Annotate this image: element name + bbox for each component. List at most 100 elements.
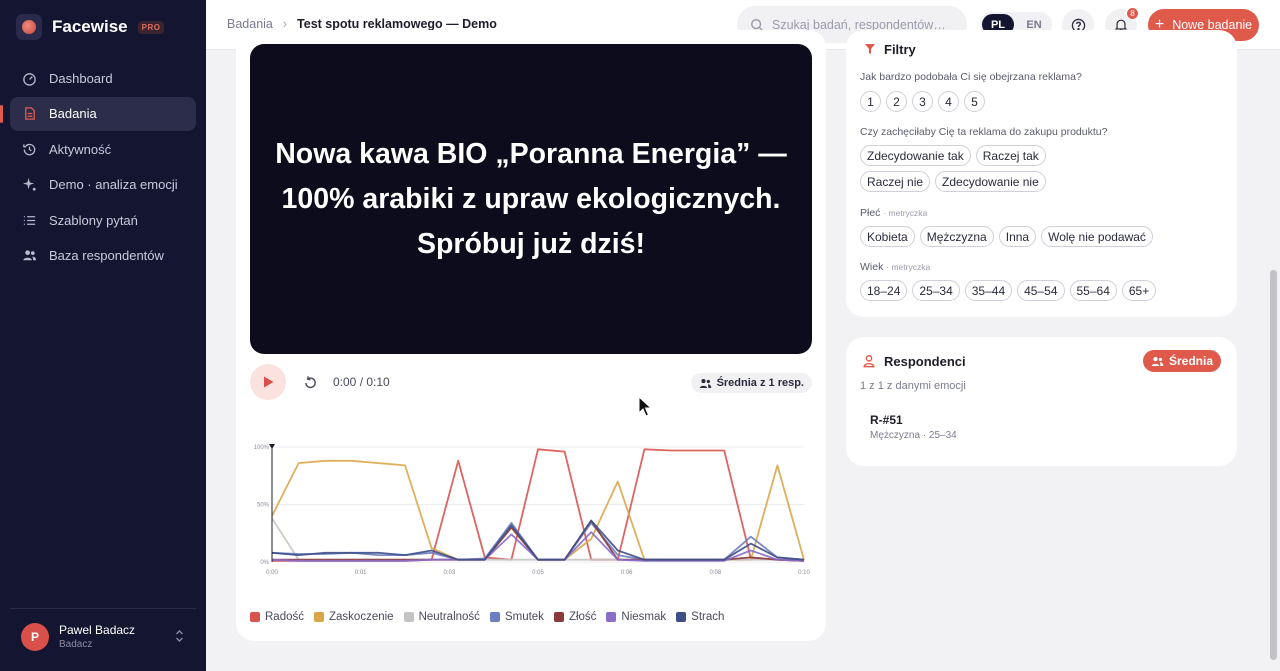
sidebar-item-dashboard[interactable]: Dashboard [10,61,196,95]
video-analysis-card: Nowa kawa BIO „Poranna Energia” — 100% a… [236,30,826,641]
respondent-meta: Mężczyzna · 25–34 [870,430,957,441]
sidebar-item-badania[interactable]: Badania [0,96,196,131]
chevron-up-down-icon[interactable] [175,629,184,644]
option-chip[interactable]: Wolę nie podawać [1041,226,1153,247]
legend-label: Radość [265,611,304,623]
sparkle-icon [22,177,36,191]
scrollbar-thumb[interactable] [1270,270,1277,660]
sidebar: Facewise PRO Dashboard Badania Aktywność… [0,0,206,671]
option-chip[interactable]: Mężczyzna [919,226,994,247]
breadcrumb-root[interactable]: Badania [227,17,273,31]
breadcrumb: Badania › Test spotu reklamowego — Demo [227,17,497,31]
player-controls: 0:00 / 0:10 Średnia z 1 resp. [250,364,812,400]
series-line-zaskoczenie [271,459,805,561]
option-chip[interactable]: Raczej nie [860,171,931,192]
rating-chip-4[interactable]: 4 [938,91,959,112]
average-badge[interactable]: Średnia [1142,350,1221,372]
option-chip[interactable]: Inna [998,226,1037,247]
q1-options: 1 2 3 4 5 [860,91,1230,112]
brand[interactable]: Facewise PRO [16,14,165,40]
playback-time: 0:00 / 0:10 [333,375,390,389]
option-chip[interactable]: 35–44 [964,280,1013,301]
video-player-screen[interactable]: Nowa kawa BIO „Poranna Energia” — 100% a… [250,44,812,354]
option-chip[interactable]: Zdecydowanie tak [860,145,971,166]
question-label: Czy zachęciłaby Cię ta reklama do zakupu… [860,126,1108,138]
x-tick-label: 0:10 [798,570,810,576]
series-line-smutek [271,522,805,561]
mouse-cursor-icon [638,396,652,417]
option-chip[interactable]: Kobieta [860,226,915,247]
x-tick-label: 0:08 [709,570,721,576]
respondents-card: Respondenci Średnia 1 z 1 z danymi emocj… [846,337,1237,466]
breadcrumb-current: Test spotu reklamowego — Demo [297,17,497,31]
y-tick-label: 0% [260,560,269,566]
user-name: Pawel Badacz [59,623,136,637]
legend-swatch [250,612,260,622]
legend-swatch [606,612,617,622]
emotion-timeline-chart: 100% 50% 0% 0:00 0:01 0:03 0:05 0:06 0:08 0:10 [254,444,810,576]
sidebar-item-label: Demo · analiza emocji [49,177,178,192]
facewise-logo-icon [16,14,42,40]
question-sub: · metryczka [886,262,931,272]
history-icon [23,143,36,155]
average-chip[interactable]: Średnia z 1 resp. [690,373,812,393]
option-chip[interactable]: 45–54 [1017,280,1065,301]
sidebar-item-baza[interactable]: Baza respondentów [10,239,196,273]
video-ad-text: Nowa kawa BIO „Poranna Energia” — 100% a… [261,132,801,267]
q4-options: 18–24 25–34 35–44 45–54 55–64 65+ [860,280,1230,301]
respondents-title: Respondenci [884,354,966,369]
rating-chip-5[interactable]: 5 [964,91,985,112]
chevron-right-icon: › [282,17,288,31]
list-item[interactable]: R-#51 Mężczyzna · 25–34 [860,405,1222,447]
series-line-radosc [272,448,805,562]
x-tick-label: 0:03 [443,570,455,576]
x-tick-label: 0:00 [266,570,278,576]
option-chip[interactable]: 55–64 [1069,280,1117,301]
series-line-zlosc [272,519,805,562]
legend-swatch [314,612,324,622]
rating-chip-1[interactable]: 1 [860,91,881,112]
option-chip[interactable]: Zdecydowanie nie [935,171,1046,192]
legend-label: Zaskoczenie [329,611,394,623]
filter-icon [865,44,875,54]
sidebar-item-aktywnosc[interactable]: Aktywność [10,132,196,166]
sidebar-item-label: Dashboard [49,70,113,86]
user-role: Badacz [59,639,93,650]
page-scrollbar[interactable] [1268,50,1280,671]
avatar: P [21,622,49,651]
legend-swatch [403,612,414,622]
sidebar-item-label: Baza respondentów [49,248,164,263]
option-chip[interactable]: 18–24 [860,280,908,301]
video-text-line: Spróbuj już dziś! [417,227,645,260]
video-text-line: 100% arabiki z upraw ekologicznych. [281,182,781,215]
option-chip[interactable]: 65+ [1121,280,1157,301]
sidebar-item-label: Szablony pytań [49,212,138,228]
sidebar-item-demo[interactable]: Demo · analiza emocji [10,168,196,202]
question-label: Płeć · metryczka [860,207,927,219]
users-icon [23,250,37,261]
question-label: Jak bardzo podobała Ci się obejrzana rek… [860,71,1082,83]
notification-count-badge: 8 [1126,7,1139,20]
sidebar-item-szablony[interactable]: Szablony pytań [10,203,196,237]
gauge-icon [23,72,36,86]
legend-swatch [489,612,500,622]
user-menu[interactable]: P Pawel Badacz Badacz [10,608,196,664]
replay-button[interactable] [300,372,320,392]
option-chip[interactable]: 25–34 [912,280,960,301]
video-text-line: Nowa kawa BIO „Poranna Energia” — [275,137,787,170]
legend-label: Strach [691,611,725,623]
legend-item: Zaskoczenie [314,611,394,623]
play-button[interactable] [250,364,286,400]
rating-chip-2[interactable]: 2 [886,91,907,112]
pro-badge: PRO [137,20,165,34]
y-tick-label: 50% [257,503,270,509]
option-chip[interactable]: Raczej tak [975,145,1046,166]
rating-chip-3[interactable]: 3 [912,91,933,112]
filters-card: Filtry Jak bardzo podobała Ci się obejrz… [846,30,1237,317]
average-chip-label: Średnia z 1 resp. [716,377,804,389]
legend-item: Smutek [489,611,544,623]
legend-item: Złość [553,611,596,623]
average-badge-label: Średnia [1168,354,1213,368]
x-tick-label: 0:01 [355,570,367,576]
q3-options: Kobieta Mężczyzna Inna Wolę nie podawać [860,226,1230,247]
